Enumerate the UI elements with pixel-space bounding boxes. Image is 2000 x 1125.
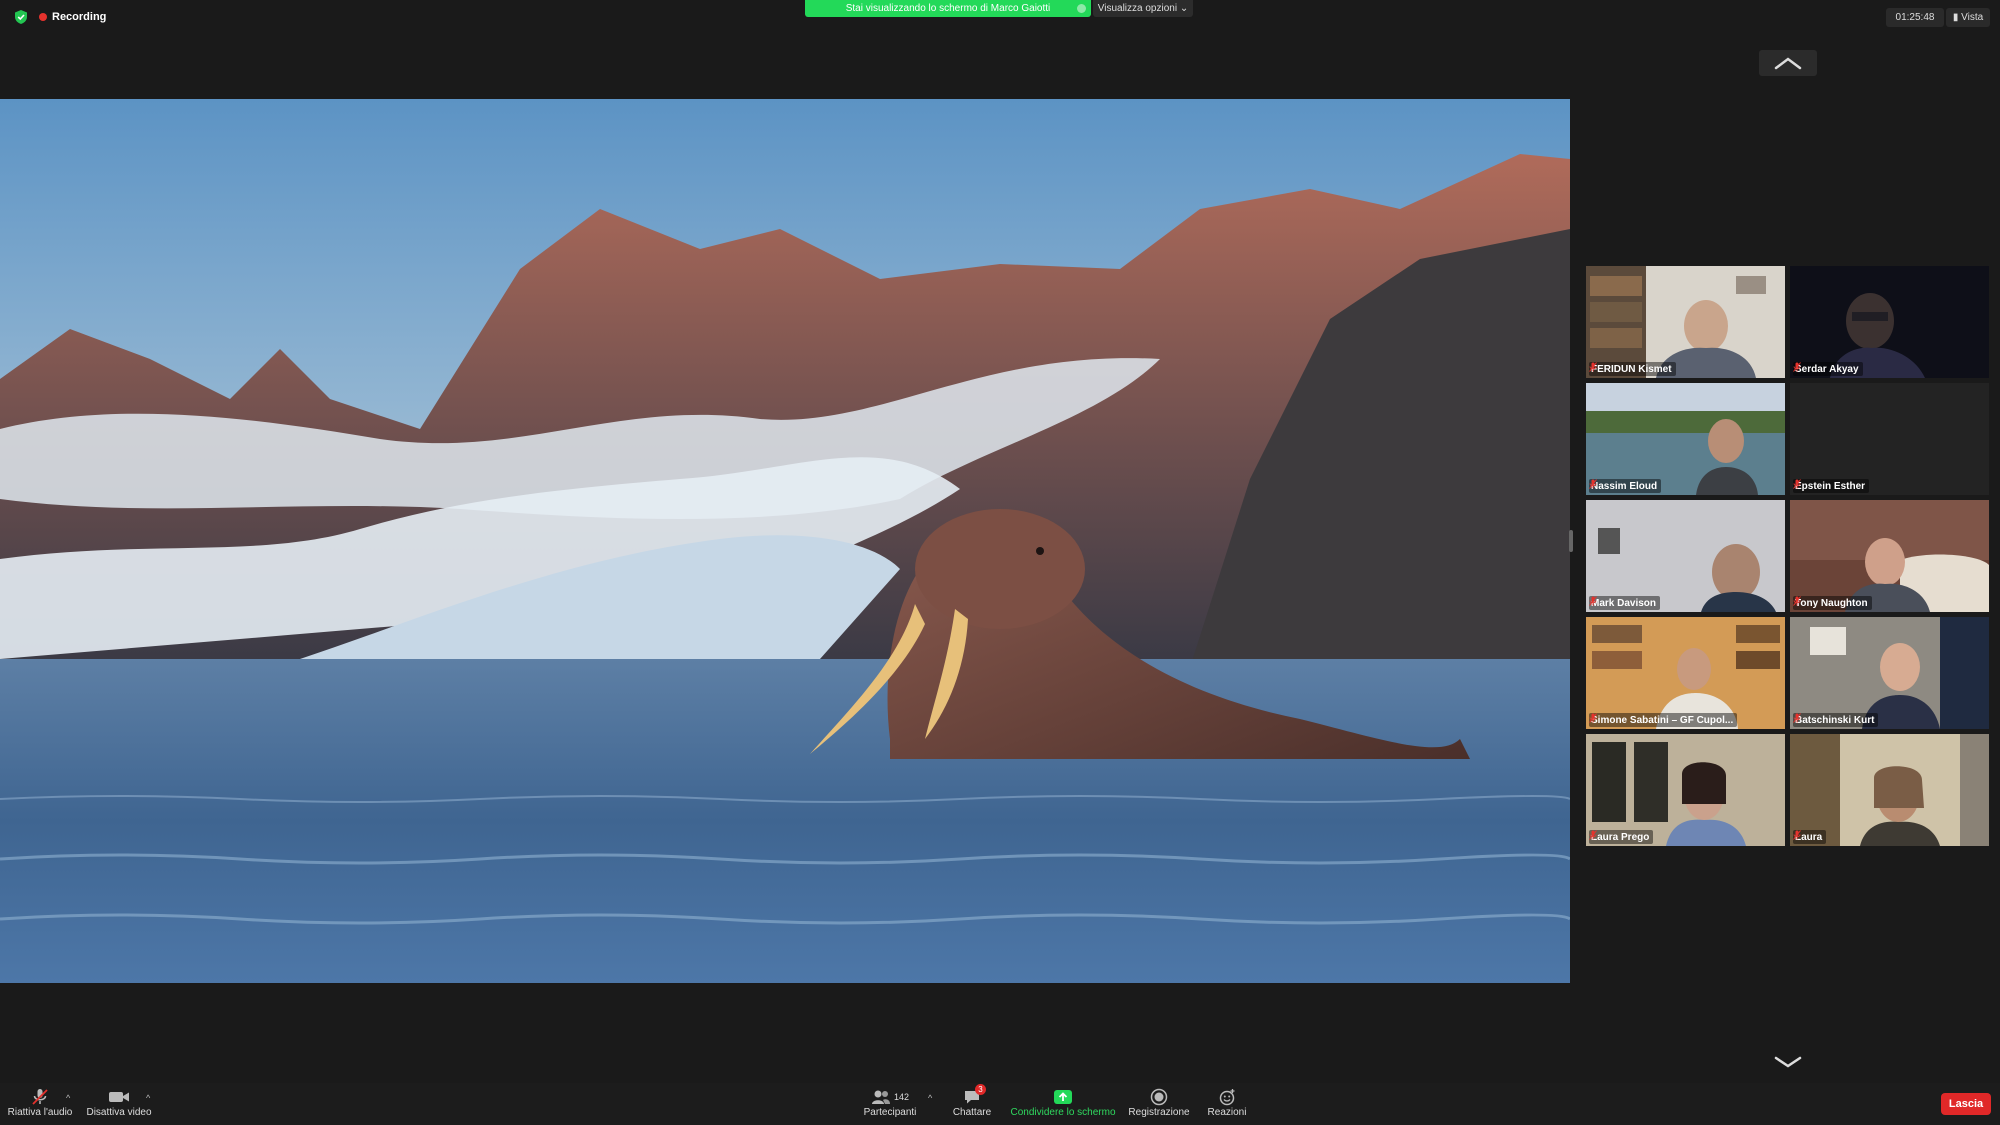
participant-name: Laura Prego [1591,831,1650,843]
share-screen-icon [1054,1090,1072,1104]
chat-icon-wrap: 3 [963,1084,986,1107]
participants-button[interactable]: 142 Partecipanti [862,1087,918,1123]
video-options-caret-icon[interactable]: ^ [146,1093,150,1103]
mic-muted-icon [1793,479,1801,489]
record-button[interactable]: Registrazione [1128,1087,1190,1123]
participants-icon-wrap: 142 [871,1087,909,1107]
view-label: Vista [1961,12,1984,23]
participant-tile[interactable]: Laura Prego [1586,734,1785,846]
reactions-button[interactable]: Reazioni [1204,1087,1250,1123]
participant-tile[interactable]: Mark Davison [1586,500,1785,612]
audio-options-caret-icon[interactable]: ^ [66,1093,70,1103]
mic-muted-icon [1589,362,1597,372]
shared-screen-image [0,99,1570,983]
shield-icon[interactable] [13,9,29,25]
participants-count: 142 [893,1092,910,1102]
gallery-previous-button[interactable] [1759,50,1817,76]
participant-name: Tony Naughton [1795,597,1868,609]
recording-label: Recording [52,11,107,23]
screen-share-banner: Stai visualizzando lo schermo di Marco G… [805,0,1091,17]
participant-name-label: Simone Sabatini – GF Cupol... [1589,713,1738,727]
participant-name: Serdar Akyay [1795,363,1859,375]
share-screen-button[interactable]: Condividere lo schermo [1010,1087,1116,1123]
meeting-timer: 01:25:48 [1886,8,1944,27]
share-banner-text: Stai visualizzando lo schermo di Marco G… [845,3,1051,14]
top-bar: Recording Stai visualizzando lo schermo … [0,0,2000,34]
panel-resize-handle[interactable] [1569,530,1573,552]
meeting-window: Recording Stai visualizzando lo schermo … [0,0,2000,1125]
participant-name-label: Epstein Esther [1793,479,1870,493]
participant-tile[interactable]: Batschinski Kurt [1790,617,1989,729]
participants-label: Partecipanti [863,1107,917,1118]
participant-tile[interactable]: Laura [1790,734,1989,846]
record-label: Registrazione [1128,1107,1190,1118]
video-icon [108,1087,130,1107]
stop-share-icon[interactable] [1077,4,1086,13]
participant-name: Simone Sabatini – GF Cupol... [1591,714,1734,726]
share-screen-icon-wrap [1053,1087,1073,1107]
participant-name: FERIDUN Kismet [1591,363,1672,375]
participant-name-label: Laura Prego [1589,830,1654,844]
mic-muted-icon [1793,830,1801,840]
reactions-label: Reazioni [1207,1107,1247,1118]
participant-tile[interactable]: Nassim Eloud [1586,383,1785,495]
participants-icon [871,1090,890,1104]
chevron-up-icon [1774,57,1802,70]
view-options-dropdown[interactable]: Visualizza opzioni ⌄ [1093,0,1193,17]
reactions-icon-wrap [1218,1087,1236,1107]
record-dot-icon [39,13,47,21]
view-options-label: Visualizza opzioni [1097,3,1178,14]
mic-muted-icon [31,1087,49,1107]
mic-muted-icon [1589,713,1597,723]
participant-tile[interactable]: Tony Naughton [1790,500,1989,612]
chevron-down-icon [1774,1056,1802,1068]
view-button[interactable]: ▮ Vista [1946,8,1990,27]
mic-muted-icon [1793,596,1801,606]
participant-name: Epstein Esther [1795,480,1866,492]
participant-name: Batschinski Kurt [1795,714,1875,726]
grid-icon: ▮ [1952,12,1962,23]
participant-tile[interactable]: Simone Sabatini – GF Cupol... [1586,617,1785,729]
stop-video-label: Disattiva video [86,1107,152,1118]
record-icon-wrap [1150,1087,1168,1107]
shared-screen [0,99,1570,983]
share-screen-label: Condividere lo schermo [1010,1107,1116,1118]
stop-video-button[interactable]: Disattiva video [86,1087,152,1123]
participant-name-label: Batschinski Kurt [1793,713,1879,727]
participant-tile[interactable]: Epstein Esther [1790,383,1989,495]
chevron-down-icon: ⌄ [1179,3,1189,14]
participant-name-label: Nassim Eloud [1589,479,1662,493]
leave-button[interactable]: Lascia [1941,1093,1991,1115]
chat-unread-badge: 3 [975,1084,986,1095]
mic-muted-icon [1589,479,1597,489]
participant-name-label: Serdar Akyay [1793,362,1863,376]
participant-name-label: Laura [1793,830,1827,844]
participant-name-label: FERIDUN Kismet [1589,362,1676,376]
unmute-label: Riattiva l'audio [7,1107,73,1118]
mic-muted-icon [1793,362,1801,372]
mic-muted-icon [1589,830,1597,840]
participant-name: Mark Davison [1591,597,1657,609]
participant-tile[interactable]: Serdar Akyay [1790,266,1989,378]
participant-name: Nassim Eloud [1591,480,1658,492]
participants-options-caret-icon[interactable]: ^ [928,1093,932,1103]
participant-name-label: Tony Naughton [1793,596,1872,610]
mic-muted-icon [1589,596,1597,606]
unmute-button[interactable]: Riattiva l'audio [6,1087,74,1123]
gallery-next-button[interactable] [1771,1053,1805,1071]
chat-button[interactable]: 3 Chattare [952,1084,992,1123]
reactions-icon [1219,1089,1235,1106]
meeting-toolbar: Riattiva l'audio ^ Disattiva video ^ 142… [0,1083,2000,1125]
chat-label: Chattare [952,1107,992,1118]
recording-indicator[interactable]: Recording [39,9,106,25]
participant-tile[interactable]: FERIDUN Kismet [1586,266,1785,378]
participant-name-label: Mark Davison [1589,596,1661,610]
record-icon [1150,1088,1168,1106]
mic-muted-icon [1793,713,1801,723]
